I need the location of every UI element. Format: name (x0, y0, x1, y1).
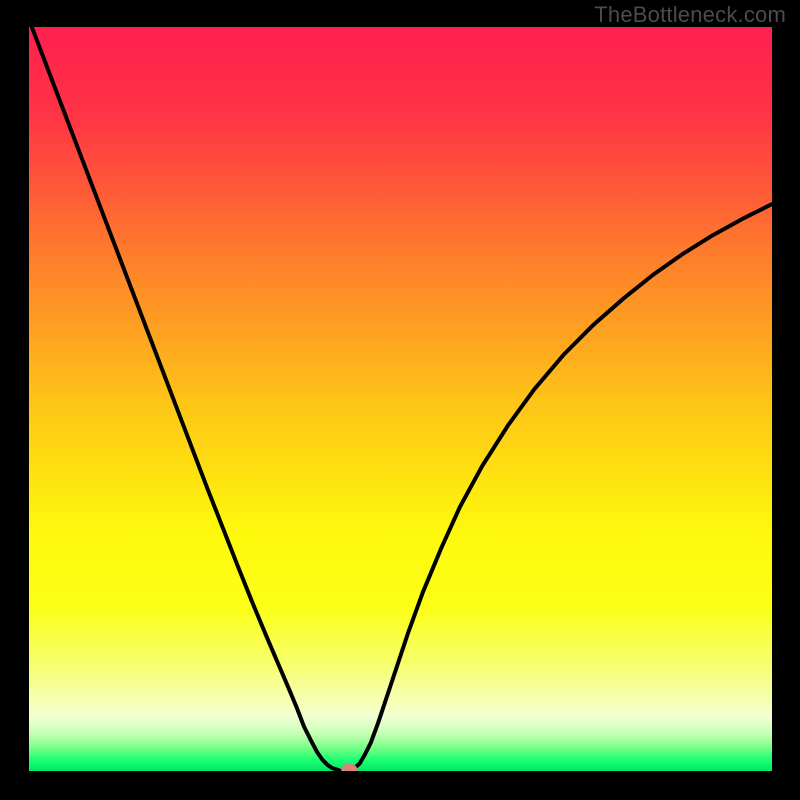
chart-svg (29, 27, 772, 771)
chart-frame: TheBottleneck.com (0, 0, 800, 800)
watermark-text: TheBottleneck.com (594, 2, 786, 28)
chart-plot-area (29, 27, 772, 771)
